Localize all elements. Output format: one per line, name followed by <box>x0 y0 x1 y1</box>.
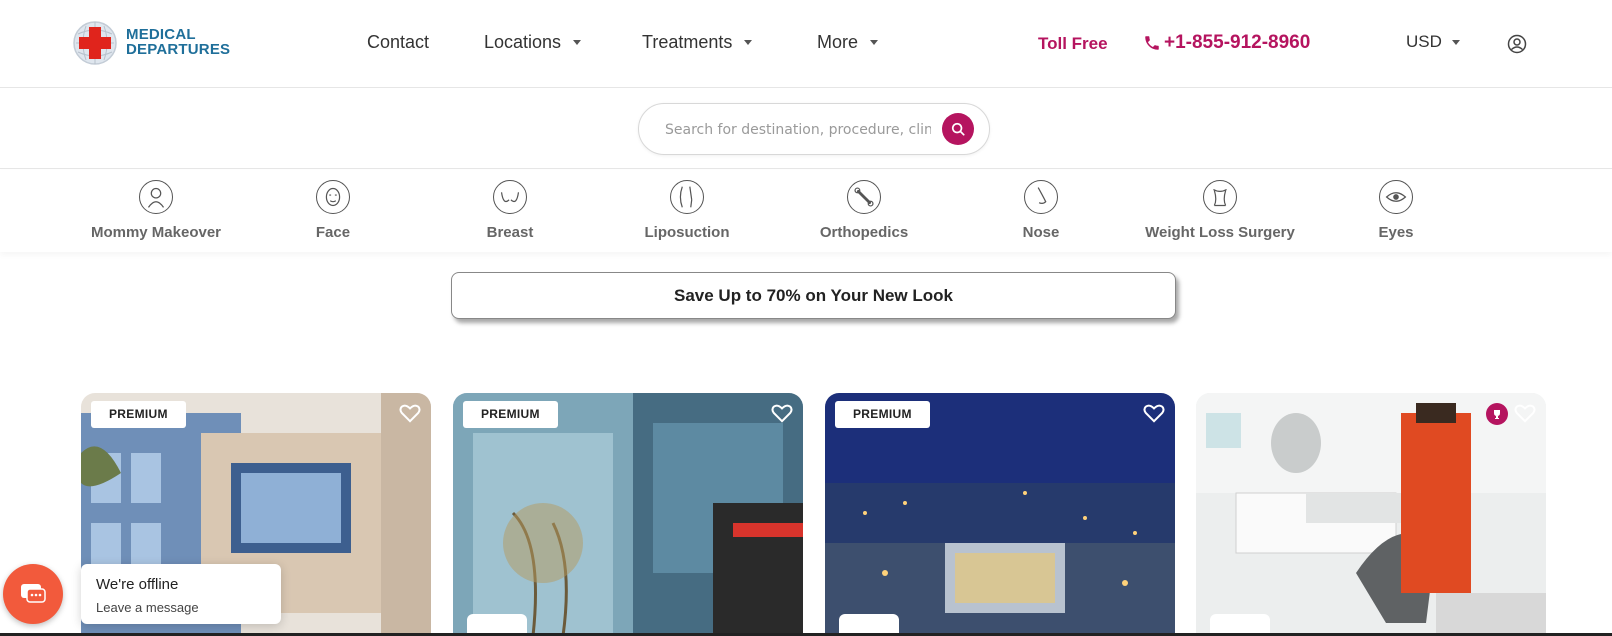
category-label: Breast <box>486 224 534 241</box>
site-header: MEDICAL DEPARTURES Contact Locations Tre… <box>0 0 1612 88</box>
clinic-card[interactable]: PREMIUM <box>825 393 1175 636</box>
clinic-photo <box>825 393 1175 636</box>
premium-badge: PREMIUM <box>835 401 930 428</box>
search-box <box>638 103 990 155</box>
nav-locations-label: Locations <box>484 32 562 52</box>
nav-treatments-label: Treatments <box>642 32 733 52</box>
user-account-icon[interactable] <box>1507 34 1527 54</box>
category-label: Weight Loss Surgery <box>1145 224 1295 241</box>
premium-badge: PREMIUM <box>463 401 558 428</box>
chat-launcher[interactable] <box>3 564 63 624</box>
eyes-icon <box>1379 180 1413 214</box>
chat-icon <box>21 584 46 603</box>
logo-line2: DEPARTURES <box>126 41 231 58</box>
nav-contact-label: Contact <box>367 32 430 52</box>
clinic-card[interactable]: PREMIUM <box>453 393 803 636</box>
chat-subtitle: Leave a message <box>96 600 199 615</box>
category-label: Face <box>315 224 351 241</box>
nav-more[interactable]: More <box>817 32 879 53</box>
orthopedics-icon <box>847 180 881 214</box>
chat-offline-card[interactable]: We're offline Leave a message <box>81 564 281 624</box>
nav-locations[interactable]: Locations <box>484 32 582 53</box>
search-button[interactable] <box>942 113 974 145</box>
liposuction-icon <box>670 180 704 214</box>
nav-more-label: More <box>817 32 859 52</box>
promo-banner[interactable]: Save Up to 70% on Your New Look <box>451 272 1176 319</box>
mommy-makeover-icon <box>139 180 173 214</box>
breast-icon <box>493 180 527 214</box>
category-breast[interactable]: Breast <box>425 180 595 241</box>
category-eyes[interactable]: Eyes <box>1311 180 1481 241</box>
category-nose[interactable]: Nose <box>956 180 1126 241</box>
search-band <box>0 88 1612 169</box>
premium-badge: PREMIUM <box>91 401 186 428</box>
search-icon <box>951 122 965 136</box>
currency-value: USD <box>1406 32 1442 51</box>
category-weight-loss-surgery[interactable]: Weight Loss Surgery <box>1135 180 1305 241</box>
nav-contact[interactable]: Contact <box>367 32 429 53</box>
logo-icon <box>73 21 117 65</box>
nav-treatments[interactable]: Treatments <box>642 32 753 53</box>
category-mommy-makeover[interactable]: Mommy Makeover <box>71 180 241 241</box>
heart-icon[interactable] <box>399 403 421 423</box>
trophy-icon <box>1486 403 1508 425</box>
phone-icon <box>1145 36 1159 50</box>
category-bar: Mommy Makeover Face Breast Liposuction O… <box>0 170 1612 252</box>
heart-icon[interactable] <box>1143 403 1165 423</box>
category-label: Mommy Makeover <box>90 224 222 241</box>
category-label: Liposuction <box>644 224 730 241</box>
clinic-photo <box>453 393 803 636</box>
chevron-down-icon <box>870 40 879 45</box>
category-orthopedics[interactable]: Orthopedics <box>779 180 949 241</box>
heart-icon[interactable] <box>1514 403 1536 423</box>
category-label: Orthopedics <box>819 224 909 241</box>
category-liposuction[interactable]: Liposuction <box>602 180 772 241</box>
search-input[interactable] <box>665 119 931 141</box>
heart-icon[interactable] <box>771 403 793 423</box>
logo-line1: MEDICAL <box>126 26 196 43</box>
face-icon <box>316 180 350 214</box>
weight-loss-icon <box>1203 180 1237 214</box>
currency-select[interactable]: USD <box>1406 32 1460 52</box>
category-label: Eyes <box>1378 224 1414 241</box>
category-label: Nose <box>1022 224 1060 241</box>
clinic-photo <box>1196 393 1546 636</box>
chevron-down-icon <box>573 40 582 45</box>
logo[interactable]: MEDICAL DEPARTURES <box>72 20 232 68</box>
toll-free-label: Toll Free <box>1038 34 1108 53</box>
chevron-down-icon <box>1451 39 1460 45</box>
clinic-card[interactable] <box>1196 393 1546 636</box>
chat-title: We're offline <box>96 576 179 593</box>
phone-link[interactable]: +1-855-912-8960 <box>1143 32 1310 54</box>
chevron-down-icon <box>744 40 753 45</box>
phone-number: +1-855-912-8960 <box>1164 32 1311 53</box>
nose-icon <box>1024 180 1058 214</box>
category-face[interactable]: Face <box>248 180 418 241</box>
